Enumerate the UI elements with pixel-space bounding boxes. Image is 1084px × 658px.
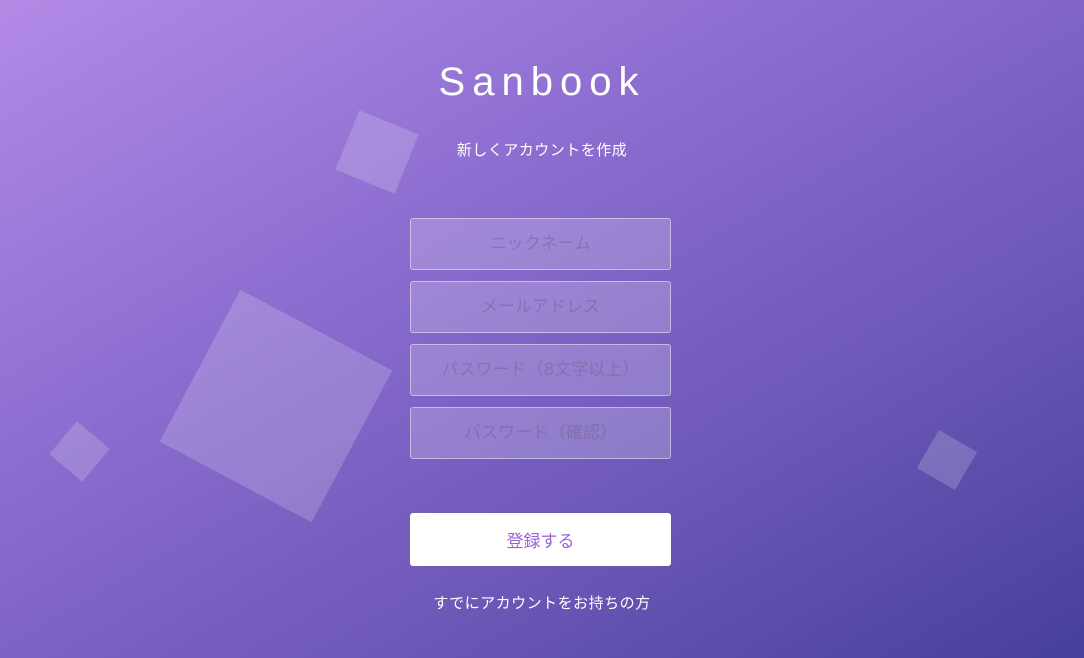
- nickname-input[interactable]: [410, 218, 671, 270]
- email-input[interactable]: [410, 281, 671, 333]
- login-link[interactable]: すでにアカウントをお持ちの方: [0, 592, 1084, 613]
- password-confirm-input[interactable]: [410, 407, 671, 459]
- page-subtitle: 新しくアカウントを作成: [456, 141, 628, 159]
- decorative-square: [49, 421, 110, 482]
- password-input[interactable]: [410, 344, 671, 396]
- decorative-square: [916, 429, 978, 491]
- signup-form: [410, 218, 671, 470]
- decorative-square: [159, 289, 393, 523]
- app-logo: Sanbook: [438, 60, 646, 104]
- register-button[interactable]: 登録する: [410, 513, 671, 566]
